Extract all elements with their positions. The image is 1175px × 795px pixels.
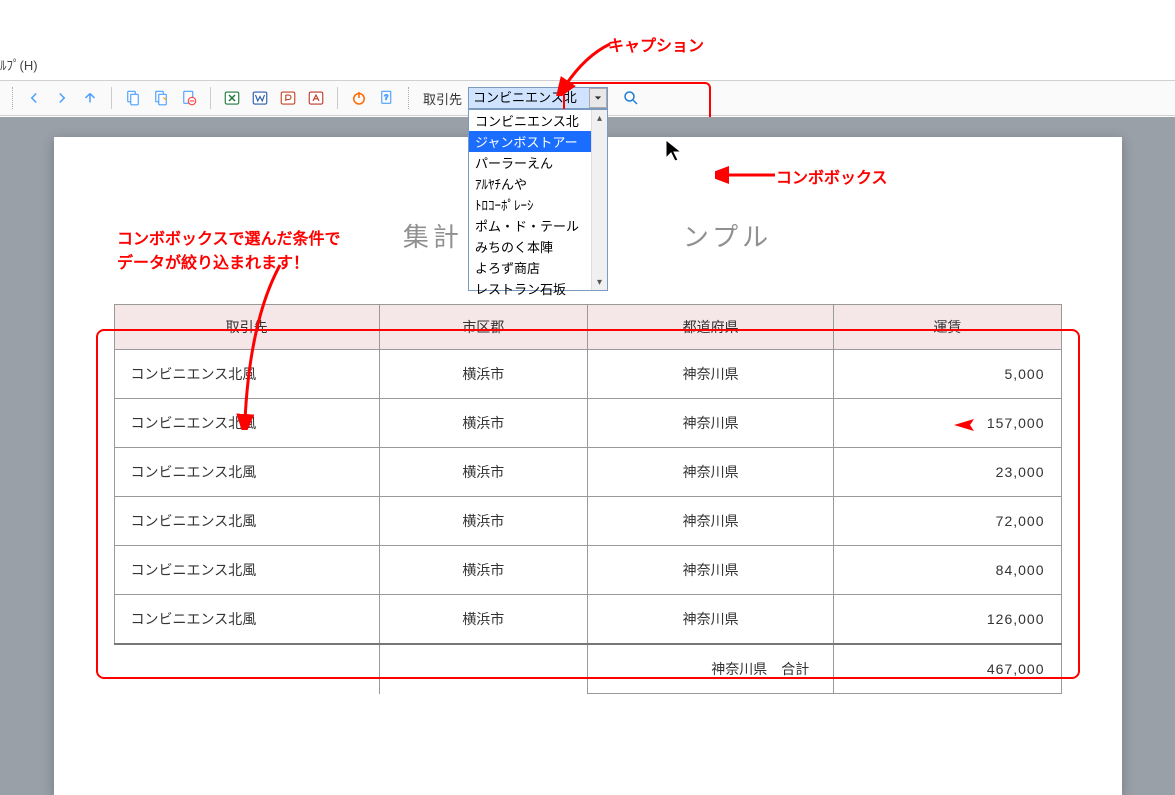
combo-selected-value: コンビニエンス北	[469, 88, 589, 108]
scroll-down-icon[interactable]: ▾	[592, 274, 607, 290]
combo-option[interactable]: パーラーえん	[469, 152, 607, 173]
search-button[interactable]	[620, 87, 642, 109]
column-header: 運賃	[834, 305, 1061, 350]
table-cell: コンビニエンス北風	[114, 448, 379, 497]
table-cell: 神奈川県	[587, 595, 833, 645]
combo-option[interactable]: コンビニエンス北	[469, 110, 607, 131]
export-word-button[interactable]	[249, 87, 271, 109]
combo-option[interactable]: ﾄﾛｺｰﾎﾟﾚｰｼ	[469, 194, 607, 215]
table-cell: 横浜市	[379, 546, 587, 595]
table-cell: 横浜市	[379, 448, 587, 497]
table-cell: 5,000	[834, 350, 1061, 399]
table-cell: 神奈川県	[587, 546, 833, 595]
table-cell: コンビニエンス北風	[114, 399, 379, 448]
table-cell: 神奈川県	[587, 350, 833, 399]
copy-button[interactable]	[122, 87, 144, 109]
table-row: コンビニエンス北風横浜市神奈川県5,000	[114, 350, 1061, 399]
nav-back-button[interactable]	[23, 87, 45, 109]
menu-help-fragment: ﾙﾌﾟ(H)	[0, 55, 38, 74]
table-cell: 神奈川県	[587, 399, 833, 448]
export-pdf-button[interactable]	[305, 87, 327, 109]
table-cell: 神奈川県	[587, 497, 833, 546]
table-row: コンビニエンス北風横浜市神奈川県157,000	[114, 399, 1061, 448]
combo-dropdown-button[interactable]	[589, 88, 607, 108]
combo-dropdown-list: コンビニエンス北ジャンボストアーパーラーえんｱﾙﾔﾁんやﾄﾛｺｰﾎﾟﾚｰｼポム・…	[468, 109, 608, 291]
paste-button[interactable]	[150, 87, 172, 109]
table-cell: 横浜市	[379, 350, 587, 399]
total-label: 神奈川県 合計	[587, 644, 833, 694]
combo-option[interactable]: ポム・ド・テール	[469, 215, 607, 236]
combo-option[interactable]: ｱﾙﾔﾁんや	[469, 173, 607, 194]
table-cell: 横浜市	[379, 595, 587, 645]
table-row: コンビニエンス北風横浜市神奈川県126,000	[114, 595, 1061, 645]
report-table: 取引先市区郡都道府県運賃 コンビニエンス北風横浜市神奈川県5,000コンビニエン…	[114, 304, 1062, 694]
client-combobox[interactable]: コンビニエンス北 コンビニエンス北ジャンボストアーパーラーえんｱﾙﾔﾁんやﾄﾛｺ…	[468, 87, 608, 109]
table-cell: 横浜市	[379, 399, 587, 448]
delete-page-button[interactable]	[178, 87, 200, 109]
combo-option[interactable]: みちのく本陣	[469, 236, 607, 257]
table-cell: 84,000	[834, 546, 1061, 595]
power-button[interactable]	[348, 87, 370, 109]
export-excel-button[interactable]	[221, 87, 243, 109]
total-value: 467,000	[834, 644, 1061, 694]
annotation-caption: キャプション	[608, 32, 704, 56]
combo-option[interactable]: よろず商店	[469, 257, 607, 278]
table-row: コンビニエンス北風横浜市神奈川県23,000	[114, 448, 1061, 497]
table-cell: 横浜市	[379, 497, 587, 546]
combo-caption-label: 取引先	[423, 89, 462, 108]
scroll-up-icon[interactable]: ▴	[592, 110, 607, 126]
table-cell: 126,000	[834, 595, 1061, 645]
table-cell: コンビニエンス北風	[114, 497, 379, 546]
table-row: コンビニエンス北風横浜市神奈川県72,000	[114, 497, 1061, 546]
column-header: 都道府県	[587, 305, 833, 350]
combo-scrollbar[interactable]: ▴ ▾	[591, 110, 607, 290]
column-header: 市区郡	[379, 305, 587, 350]
export-powerpoint-button[interactable]	[277, 87, 299, 109]
table-cell: 157,000	[834, 399, 1061, 448]
combo-option[interactable]: レストラン石坂	[469, 278, 607, 299]
table-cell: 72,000	[834, 497, 1061, 546]
svg-text:?: ?	[384, 93, 388, 102]
table-cell: 23,000	[834, 448, 1061, 497]
table-row: コンビニエンス北風横浜市神奈川県84,000	[114, 546, 1061, 595]
nav-forward-button[interactable]	[51, 87, 73, 109]
table-cell: コンビニエンス北風	[114, 595, 379, 645]
table-cell: 神奈川県	[587, 448, 833, 497]
table-cell: コンビニエンス北風	[114, 350, 379, 399]
combo-option[interactable]: ジャンボストアー	[469, 131, 607, 152]
table-cell: コンビニエンス北風	[114, 546, 379, 595]
help-button[interactable]: ?	[376, 87, 398, 109]
toolbar: ? 取引先 コンビニエンス北 コンビニエンス北ジャンボストアーパーラーえんｱﾙﾔ…	[0, 80, 1175, 116]
nav-up-button[interactable]	[79, 87, 101, 109]
column-header: 取引先	[114, 305, 379, 350]
